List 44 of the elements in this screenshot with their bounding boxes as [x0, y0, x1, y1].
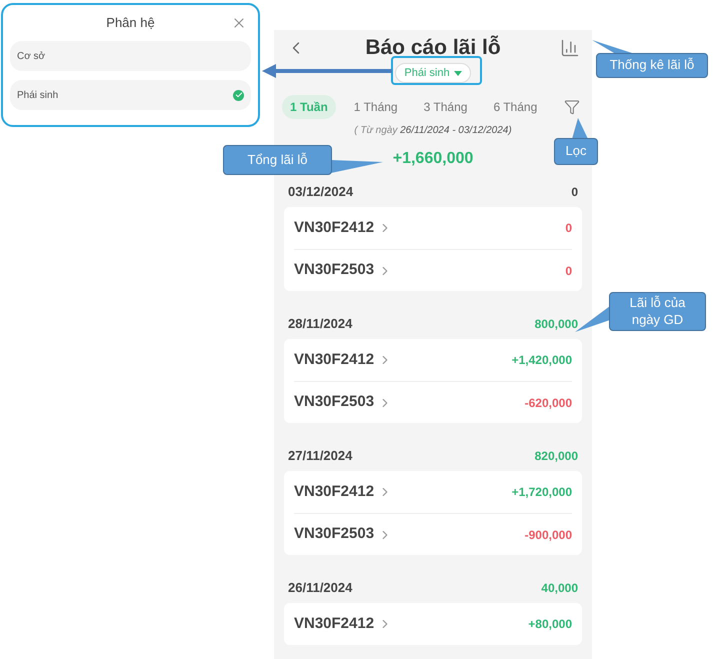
period-tab[interactable]: 1 Tháng: [346, 95, 406, 119]
screen-title: Báo cáo lãi lỗ: [365, 34, 501, 62]
period-tab[interactable]: 3 Tháng: [416, 95, 476, 119]
day-pnl: 820,000: [534, 448, 578, 465]
contract-symbol: VN30F2412: [294, 218, 374, 238]
popup-title: Phân hệ: [106, 14, 155, 32]
contract-symbol: VN30F2503: [294, 392, 374, 412]
contract-symbol: VN30F2503: [294, 524, 374, 544]
day-pnl: 40,000: [541, 580, 578, 597]
contract-symbol: VN30F2412: [294, 614, 374, 634]
day-pnl: 800,000: [534, 316, 578, 333]
contract-row[interactable]: VN30F2412 +1,420,000: [294, 339, 572, 381]
module-option[interactable]: Phái sinh: [10, 80, 251, 110]
day-date: 03/12/2024: [288, 183, 354, 202]
contract-pnl: +80,000: [528, 616, 572, 633]
contract-pnl: 0: [565, 220, 572, 237]
period-tab[interactable]: 6 Tháng: [485, 95, 546, 119]
contract-row[interactable]: VN30F2503 -900,000: [294, 513, 572, 555]
filter-icon[interactable]: [564, 99, 580, 115]
module-option[interactable]: Cơ sở: [10, 41, 251, 71]
bar-chart-icon[interactable]: [560, 38, 580, 58]
contract-pnl: 0: [565, 262, 572, 280]
caret-icon: [454, 70, 462, 76]
callout-pointer: [331, 160, 383, 174]
callout-pointer: [592, 40, 632, 54]
day-pnl: 0: [571, 184, 578, 201]
contract-row[interactable]: VN30F2412 +80,000: [294, 603, 572, 645]
day-date: 28/11/2024: [288, 315, 352, 334]
contract-pnl: -620,000: [524, 394, 572, 412]
day-date: 26/11/2024: [288, 579, 352, 598]
contract-pnl: -900,000: [524, 526, 572, 544]
contract-row[interactable]: VN30F2412 +1,720,000: [294, 471, 572, 513]
date-range: ( Từ ngày 26/11/2024 - 03/12/2024): [354, 124, 512, 138]
day-date: 27/11/2024: [288, 447, 352, 466]
contract-symbol: VN30F2503: [294, 260, 374, 280]
contract-symbol: VN30F2412: [294, 350, 374, 370]
contract-pnl: +1,720,000: [512, 484, 572, 501]
contract-row[interactable]: VN30F2412 0: [294, 207, 572, 249]
callout-label: Tổng lãi lỗ: [223, 145, 332, 175]
contract-row[interactable]: VN30F2503 0: [294, 249, 572, 291]
total-pnl: +1,660,000: [392, 149, 474, 169]
contract-row[interactable]: VN30F2503 -620,000: [294, 381, 572, 423]
contract-pnl: +1,420,000: [512, 352, 572, 369]
contract-symbol: VN30F2412: [294, 482, 374, 502]
